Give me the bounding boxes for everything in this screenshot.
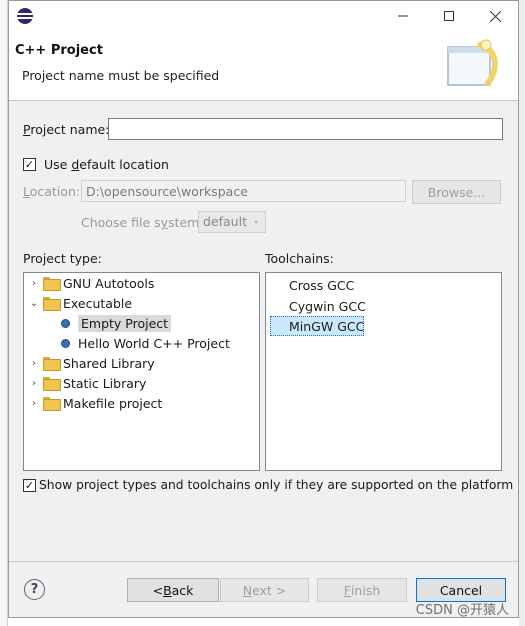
chevron-right-icon: › (32, 277, 36, 289)
file-system-label: Choose file system: (81, 215, 204, 230)
minimize-button[interactable] (380, 1, 426, 31)
toolchains-label: Toolchains: (265, 251, 334, 266)
footer-separator (9, 561, 518, 562)
folder-icon (43, 377, 61, 391)
chevron-down-icon: ⌄ (252, 216, 260, 226)
folder-icon (43, 277, 61, 291)
maximize-button[interactable] (426, 1, 472, 31)
close-button[interactable] (472, 1, 518, 31)
project-template-icon (61, 318, 70, 328)
wizard-message: Project name must be specified (22, 68, 220, 83)
wizard-header: C++ Project Project name must be specifi… (9, 31, 518, 101)
help-icon: ? (30, 582, 39, 597)
eclipse-icon (17, 8, 33, 24)
tree-item-executable[interactable]: ⌄ Executable (28, 293, 132, 313)
toolchain-item-selected[interactable]: MinGW GCC (289, 316, 364, 336)
chevron-right-icon: › (32, 377, 36, 389)
tree-item-makefile-project[interactable]: › Makefile project (28, 393, 162, 413)
folder-icon (43, 357, 61, 371)
back-button[interactable]: < Back (127, 578, 219, 602)
folder-open-icon (43, 297, 61, 311)
project-name-input[interactable] (108, 118, 503, 140)
toolchain-item[interactable]: Cygwin GCC (289, 296, 366, 316)
next-button[interactable]: Next > (220, 578, 309, 602)
location-input[interactable] (81, 180, 406, 202)
finish-button[interactable]: Finish (317, 578, 407, 602)
tree-item-gnu-autotools[interactable]: › GNU Autotools (28, 273, 154, 293)
toolchains-list[interactable]: Cross GCC Cygwin GCC MinGW GCC (265, 272, 502, 471)
file-system-value: default (203, 214, 247, 229)
location-label: Location: (23, 184, 81, 199)
chevron-right-icon: › (32, 397, 36, 409)
tree-item-shared-library[interactable]: › Shared Library (28, 353, 155, 373)
wizard-title: C++ Project (15, 43, 103, 58)
use-default-location-label: Use default location (44, 157, 169, 172)
filter-supported-checkbox[interactable]: ✓ (23, 479, 36, 492)
watermark: CSDN @开猿人 (415, 603, 509, 618)
tree-item-empty-project[interactable]: Empty Project (61, 313, 172, 333)
project-type-label: Project type: (23, 251, 102, 266)
maximize-icon (444, 11, 454, 21)
background-editor-strip (0, 0, 8, 626)
project-template-icon (61, 338, 70, 348)
tree-item-hello-world[interactable]: Hello World C++ Project (61, 333, 230, 353)
title-bar (9, 1, 518, 31)
project-name-label: Project name: (23, 122, 110, 137)
toolchain-item[interactable]: Cross GCC (289, 275, 354, 295)
chevron-down-icon: ⌄ (29, 297, 39, 309)
chevron-right-icon: › (32, 357, 36, 369)
new-project-wizard-icon (447, 39, 498, 86)
minimize-icon (398, 15, 408, 17)
browse-button[interactable]: Browse... (412, 180, 501, 204)
help-button[interactable]: ? (24, 579, 45, 600)
background-editor-strip-right (519, 0, 525, 626)
new-project-dialog: C++ Project Project name must be specifi… (8, 0, 519, 618)
filter-supported-label: Show project types and toolchains only i… (39, 478, 514, 492)
folder-icon (43, 397, 61, 411)
close-icon (489, 10, 501, 22)
file-system-select[interactable]: default ⌄ (198, 211, 266, 233)
project-type-tree[interactable]: › GNU Autotools ⌄ Executable Empty Proje… (23, 272, 260, 471)
tree-item-static-library[interactable]: › Static Library (28, 373, 146, 393)
use-default-location-checkbox[interactable]: ✓ (23, 158, 36, 171)
